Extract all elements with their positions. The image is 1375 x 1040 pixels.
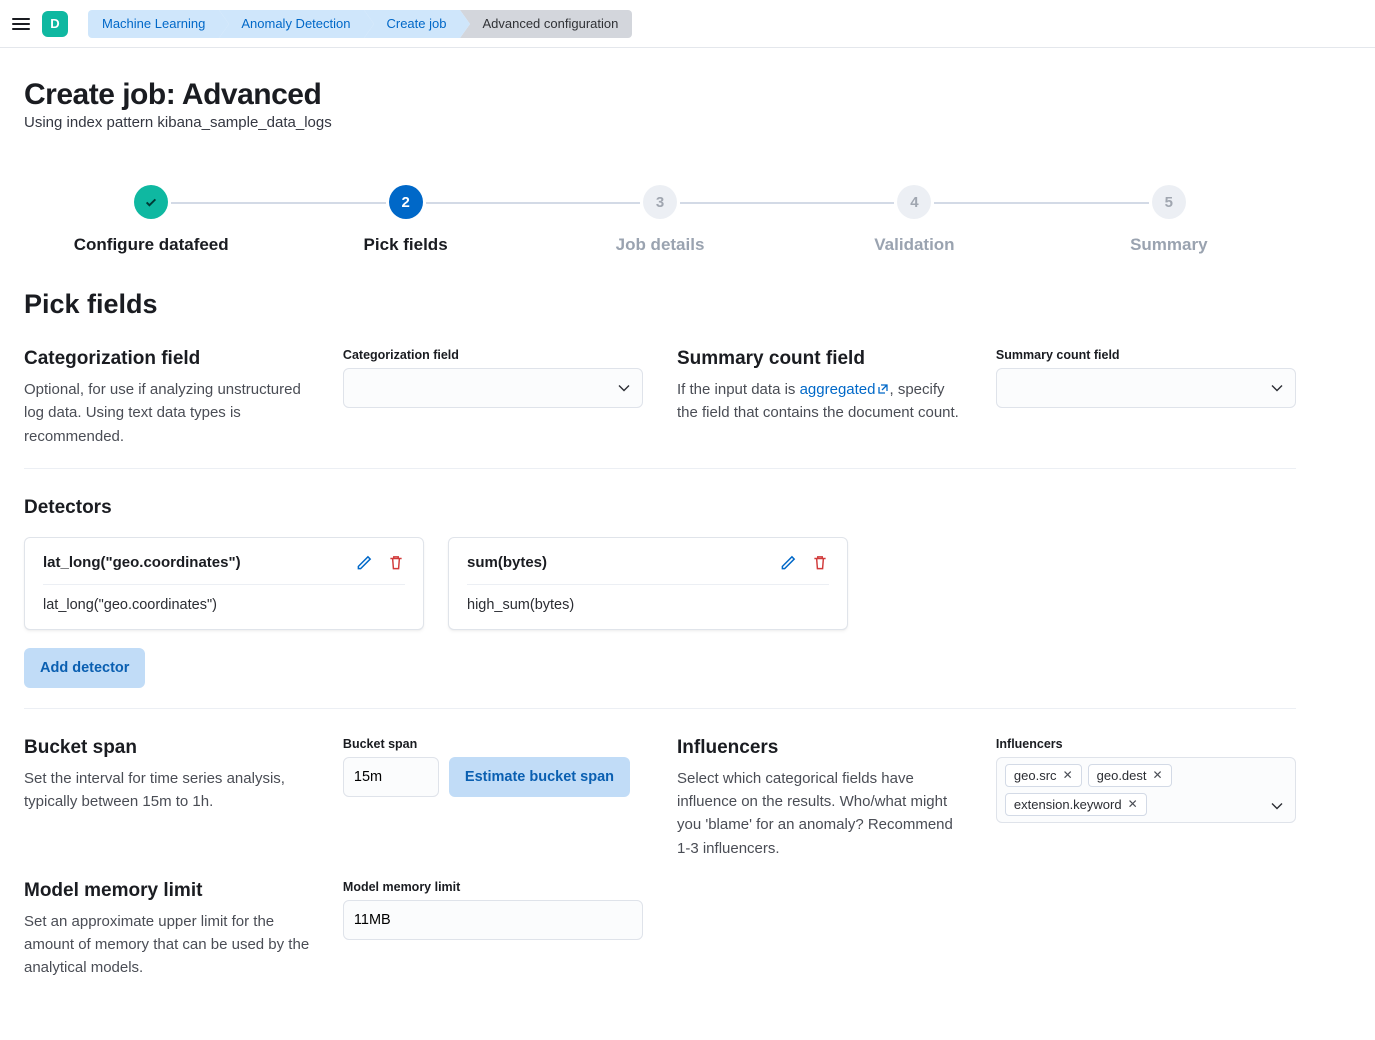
step-number: 5 <box>1152 185 1186 219</box>
influencers-desc: Select which categorical fields have inf… <box>677 767 968 860</box>
tag-label: geo.src <box>1014 768 1057 783</box>
bucket-span-input[interactable] <box>354 769 404 785</box>
step-label: Pick fields <box>364 235 448 255</box>
mml-desc: Set an approximate upper limit for the a… <box>24 910 315 980</box>
influencer-tag: geo.src ✕ <box>1005 764 1082 787</box>
step-number: 4 <box>897 185 931 219</box>
step-label: Configure datafeed <box>74 235 229 255</box>
mml-input[interactable] <box>354 912 608 928</box>
chevron-down-icon <box>1269 798 1285 814</box>
detector-title: lat_long("geo.coordinates") <box>43 554 241 571</box>
step-4: 4 Validation <box>787 185 1041 255</box>
mml-field-label: Model memory limit <box>343 880 643 894</box>
breadcrumb-item[interactable]: Anomaly Detection <box>219 10 364 38</box>
add-detector-button[interactable]: Add detector <box>24 648 145 688</box>
step-label: Job details <box>616 235 705 255</box>
remove-tag-icon[interactable]: ✕ <box>1153 768 1163 782</box>
categorization-field-select[interactable] <box>343 368 643 408</box>
detector-body: lat_long("geo.coordinates") <box>43 585 405 613</box>
breadcrumb-item[interactable]: Machine Learning <box>88 10 219 38</box>
bucket-span-desc: Set the interval for time series analysi… <box>24 767 315 814</box>
influencers-field-label: Influencers <box>996 737 1296 751</box>
step-1[interactable]: Configure datafeed <box>24 185 278 255</box>
bucket-span-heading: Bucket span <box>24 737 315 759</box>
space-badge[interactable]: D <box>42 11 68 37</box>
aggregated-link[interactable]: aggregated <box>800 381 890 398</box>
step-label: Validation <box>874 235 954 255</box>
summary-count-field-select[interactable] <box>996 368 1296 408</box>
bucket-span-input-wrapper <box>343 757 439 797</box>
summary-count-heading: Summary count field <box>677 348 968 370</box>
edit-icon[interactable] <box>355 554 373 572</box>
external-link-icon <box>877 379 889 391</box>
detector-card: lat_long("geo.coordinates") lat_long("geo… <box>24 537 424 630</box>
tag-label: extension.keyword <box>1014 797 1122 812</box>
page-title: Create job: Advanced <box>24 78 1296 112</box>
step-5: 5 Summary <box>1042 185 1296 255</box>
remove-tag-icon[interactable]: ✕ <box>1063 768 1073 782</box>
detector-title: sum(bytes) <box>467 554 547 571</box>
detector-card: sum(bytes) high_sum(bytes) <box>448 537 848 630</box>
edit-icon[interactable] <box>779 554 797 572</box>
tag-label: geo.dest <box>1097 768 1147 783</box>
breadcrumb-item[interactable]: Create job <box>364 10 460 38</box>
detectors-heading: Detectors <box>24 497 1296 519</box>
categorization-desc: Optional, for use if analyzing unstructu… <box>24 378 315 448</box>
breadcrumb-item: Advanced configuration <box>460 10 632 38</box>
breadcrumb: Machine LearningAnomaly DetectionCreate … <box>88 10 632 38</box>
summary-count-field-label: Summary count field <box>996 348 1296 362</box>
wizard-stepper: Configure datafeed 2 Pick fields 3 Job detai… <box>24 185 1296 255</box>
nav-toggle[interactable] <box>12 15 30 33</box>
categorization-heading: Categorization field <box>24 348 315 370</box>
step-3: 3 Job details <box>533 185 787 255</box>
step-2: 2 Pick fields <box>278 185 532 255</box>
mml-input-wrapper <box>343 900 643 940</box>
categorization-field-label: Categorization field <box>343 348 643 362</box>
estimate-bucket-span-button[interactable]: Estimate bucket span <box>449 757 630 797</box>
chevron-down-icon <box>616 380 632 396</box>
chevron-down-icon <box>1269 380 1285 396</box>
trash-icon[interactable] <box>811 554 829 572</box>
step-number: 3 <box>643 185 677 219</box>
trash-icon[interactable] <box>387 554 405 572</box>
summary-count-desc: If the input data is aggregated, specify… <box>677 378 968 425</box>
remove-tag-icon[interactable]: ✕ <box>1128 797 1138 811</box>
bucket-span-field-label: Bucket span <box>343 737 643 751</box>
influencer-tag: extension.keyword ✕ <box>1005 793 1147 816</box>
mml-heading: Model memory limit <box>24 880 315 902</box>
check-icon <box>134 185 168 219</box>
influencer-tag: geo.dest ✕ <box>1088 764 1172 787</box>
step-number: 2 <box>389 185 423 219</box>
influencers-combobox[interactable]: geo.src ✕ geo.dest ✕ extension.keyword ✕ <box>996 757 1296 823</box>
page-subtitle: Using index pattern kibana_sample_data_l… <box>24 114 1296 131</box>
section-heading: Pick fields <box>24 289 1296 320</box>
influencers-heading: Influencers <box>677 737 968 759</box>
step-label: Summary <box>1130 235 1207 255</box>
detector-body: high_sum(bytes) <box>467 585 829 613</box>
